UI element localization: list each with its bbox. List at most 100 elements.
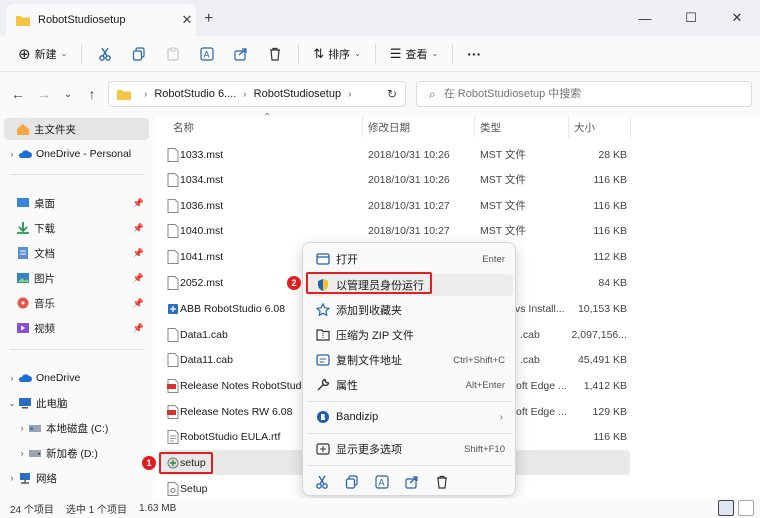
minimize-button[interactable]: — [622,0,668,36]
menu-copy-button[interactable] [337,471,367,493]
sidebar-item-home[interactable]: 主文件夹 [4,118,149,140]
pin-icon[interactable]: 📌 [133,198,144,209]
chevron-right-icon[interactable]: › [16,448,28,458]
folder-icon [16,16,30,26]
annotation-badge-1: 1 [142,456,156,470]
sidebar-item-downloads[interactable]: 下载 📌 [16,217,152,239]
search-input[interactable] [443,88,724,100]
column-header-type[interactable]: 类型 [480,120,501,138]
file-size: 116 KB [593,199,627,212]
column-header-size[interactable]: 大小 [574,120,595,138]
menu-delete-button[interactable] [427,471,457,493]
sidebar-item-desktop[interactable]: 桌面 📌 [16,192,152,214]
chevron-down-icon[interactable]: ⌄ [6,398,18,409]
more-options-icon [316,443,330,455]
file-name: 1034.mst [180,173,224,186]
sidebar-item-label: OneDrive [36,372,81,384]
sidebar-item-onedrive-personal[interactable]: › OneDrive - Personal [6,143,158,165]
chevron-right-icon[interactable]: › [16,423,28,433]
tab-robotstudiosetup[interactable]: RobotStudiosetup ✕ [6,4,196,36]
file-date: 2018/10/31 10:27 [368,199,450,212]
home-icon [17,124,29,135]
sidebar-item-this-pc[interactable]: ⌄ 此电脑 [6,392,158,414]
menu-item-properties[interactable]: 属性 Alt+Enter [307,373,513,397]
file-type: vs Install... [515,302,565,315]
pin-icon[interactable]: 📌 [133,248,144,259]
chevron-right-icon[interactable]: › [6,373,18,383]
pin-icon[interactable]: 📌 [133,323,144,334]
sort-ascending-icon: ⌃ [263,112,272,123]
file-type: MST 文件 [480,149,526,161]
tiles-view-button[interactable] [738,500,754,516]
pin-icon[interactable]: 📌 [133,298,144,309]
forward-button[interactable]: → [34,84,54,104]
arrow-right-icon: → [37,86,51,102]
sidebar-item-onedrive[interactable]: › OneDrive [6,367,158,389]
svg-text:A: A [204,49,210,59]
menu-item-open[interactable]: 打开 Enter [307,247,513,271]
music-icon [17,297,29,309]
close-tab-icon[interactable]: ✕ [178,12,196,28]
new-tab-button[interactable]: + [204,10,213,28]
recent-button[interactable]: ⌄ [58,84,78,104]
delete-button[interactable] [258,40,292,68]
column-header-name[interactable]: 名称 [173,120,194,138]
menu-cut-button[interactable] [307,471,337,493]
sidebar-item-drive-d[interactable]: › 新加卷 (D:) [16,442,152,464]
file-name: Release Notes RW 6.08 [180,405,293,418]
copy-icon [133,46,145,61]
column-header-date[interactable]: 修改日期 [368,120,410,138]
menu-rename-button[interactable]: A [367,471,397,493]
close-window-button[interactable]: ✕ [714,0,760,36]
pin-icon[interactable]: 📌 [133,223,144,234]
up-button[interactable]: ↑ [82,84,102,104]
more-button[interactable]: ··· [459,40,489,68]
sort-button[interactable]: ⇅ 排序 ⌄ [305,40,369,68]
menu-item-compress-zip[interactable]: 压缩为 ZIP 文件 [307,323,513,347]
new-button[interactable]: ⊕ 新建 ⌄ [10,40,75,68]
share-button[interactable] [224,40,258,68]
pin-icon[interactable]: 📌 [133,273,144,284]
cut-button[interactable] [88,40,122,68]
breadcrumb-parent[interactable]: RobotStudio 6.... [154,88,236,100]
sidebar-item-pictures[interactable]: 图片 📌 [16,267,152,289]
search-box[interactable]: ⌕ [416,81,752,107]
paste-button[interactable] [156,40,190,68]
file-row[interactable]: 1040.mst 2018/10/31 10:27 MST 文件 116 KB [160,218,630,243]
status-bar: 24 个项目 选中 1 个项目 1.63 MB [0,498,760,518]
copy-path-icon [316,354,330,366]
back-button[interactable]: ← [8,84,28,104]
sidebar-item-documents[interactable]: 文档 📌 [16,242,152,264]
sidebar-item-network[interactable]: › 网络 [6,467,158,489]
file-icon [167,173,179,187]
sidebar-item-drive-c[interactable]: › 本地磁盘 (C:) [16,417,152,439]
sidebar-item-videos[interactable]: 视频 📌 [16,317,152,339]
file-row[interactable]: 1036.mst 2018/10/31 10:27 MST 文件 116 KB [160,193,630,218]
chevron-right-icon[interactable]: › [6,473,18,483]
file-row[interactable]: 1034.mst 2018/10/31 10:26 MST 文件 116 KB [160,167,630,192]
menu-share-button[interactable] [397,471,427,493]
menu-item-bandizip[interactable]: Bandizip › [307,405,513,429]
details-view-button[interactable] [718,500,734,516]
rename-button[interactable]: A [190,40,224,68]
file-icon [167,199,179,213]
menu-item-show-more-options[interactable]: 显示更多选项 Shift+F10 [307,437,513,461]
file-row[interactable]: 1033.mst 2018/10/31 10:26 MST 文件 28 KB [160,142,630,167]
chevron-right-icon[interactable]: › [6,149,18,159]
copy-button[interactable] [122,40,156,68]
maximize-button[interactable]: ☐ [668,0,714,36]
file-name: RobotStudio EULA.rtf [180,430,281,443]
annotation-highlight-setup [159,452,213,474]
menu-item-copy-path[interactable]: 复制文件地址 Ctrl+Shift+C [307,348,513,372]
drive-icon [29,425,41,432]
refresh-icon[interactable]: ↻ [387,87,397,101]
breadcrumb-current[interactable]: RobotStudiosetup [254,88,341,100]
sidebar-item-music[interactable]: 音乐 📌 [16,292,152,314]
view-button[interactable]: ☰ 查看 ⌄ [382,40,446,68]
sort-icon: ⇅ [313,45,325,61]
address-bar[interactable]: › RobotStudio 6.... › RobotStudiosetup ›… [108,81,406,107]
videos-icon [17,323,29,333]
file-size: 116 KB [593,430,627,443]
pictures-icon [17,273,29,283]
menu-item-add-to-favorites[interactable]: 添加到收藏夹 [307,298,513,322]
